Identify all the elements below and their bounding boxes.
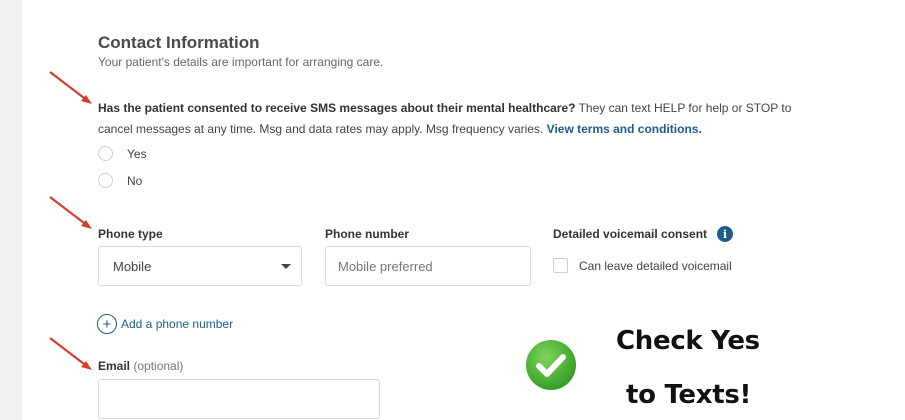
phone-type-label: Phone type xyxy=(98,227,163,241)
radio-no-label: No xyxy=(127,173,143,188)
email-label-text: Email xyxy=(98,359,131,373)
phone-type-value: Mobile xyxy=(113,258,152,274)
annotation-arrow-phone xyxy=(49,196,92,229)
sms-consent-question-bold: Has the patient consented to receive SMS… xyxy=(98,101,576,115)
annotation-arrow-email xyxy=(49,337,92,370)
check-circle-icon xyxy=(526,340,576,390)
add-phone-button[interactable]: + Add a phone number xyxy=(97,314,233,334)
sms-consent-no-option[interactable]: No xyxy=(98,173,142,188)
radio-yes-label: Yes xyxy=(127,146,147,161)
email-optional-text: (optional) xyxy=(133,359,184,373)
add-phone-label: Add a phone number xyxy=(121,317,234,331)
voicemail-checkbox[interactable] xyxy=(553,258,568,273)
phone-number-input[interactable] xyxy=(325,246,531,286)
radio-yes[interactable] xyxy=(98,146,113,161)
callout-line-1: Check Yes xyxy=(616,326,760,356)
sms-consent-yes-option[interactable]: Yes xyxy=(98,146,147,161)
view-terms-link[interactable]: View terms and conditions. xyxy=(547,122,702,136)
annotation-arrow-consent xyxy=(49,71,92,104)
voicemail-consent-option[interactable]: Can leave detailed voicemail xyxy=(553,258,732,273)
chevron-down-icon xyxy=(281,264,291,269)
sms-consent-question: Has the patient consented to receive SMS… xyxy=(98,98,828,140)
left-gutter xyxy=(0,0,22,420)
voicemail-checkbox-label: Can leave detailed voicemail xyxy=(579,258,732,273)
info-icon[interactable]: i xyxy=(717,226,733,242)
email-label: Email (optional) xyxy=(98,359,183,373)
phone-type-select[interactable]: Mobile xyxy=(98,246,302,286)
radio-no[interactable] xyxy=(98,173,113,188)
phone-number-label: Phone number xyxy=(325,227,410,241)
voicemail-consent-label: Detailed voicemail consent xyxy=(553,227,708,241)
plus-circle-icon: + xyxy=(97,314,117,334)
callout-line-2: to Texts! xyxy=(626,380,752,410)
email-input[interactable] xyxy=(98,379,380,419)
section-subtitle: Your patient's details are important for… xyxy=(98,55,384,69)
section-title: Contact Information xyxy=(98,33,260,52)
